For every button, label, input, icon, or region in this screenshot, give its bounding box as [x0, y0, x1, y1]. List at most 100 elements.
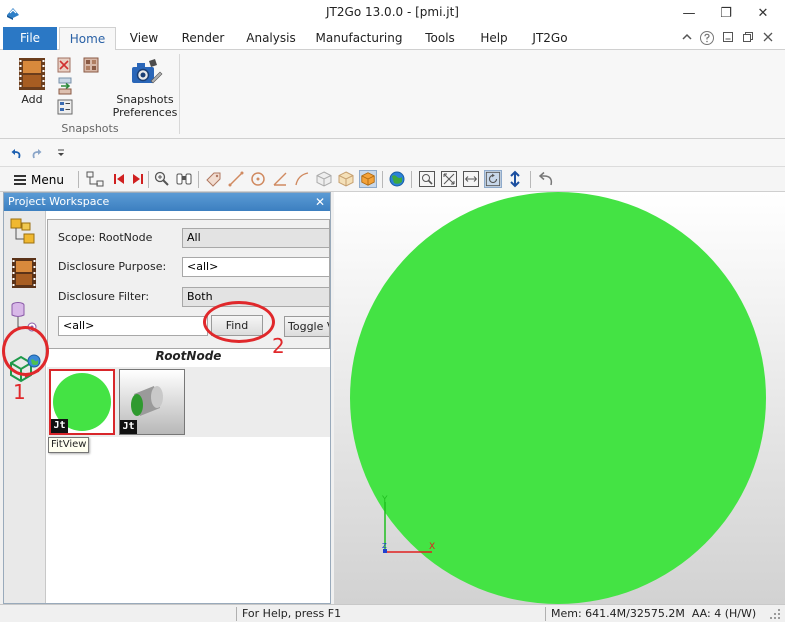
zoom-fit-icon[interactable] [153, 170, 171, 188]
last-frame-icon[interactable] [129, 170, 147, 188]
mdi-restore-icon[interactable] [739, 30, 757, 48]
window-title: JT2Go 13.0.0 - [pmi.jt] [326, 5, 459, 19]
zoom-window-icon[interactable] [418, 170, 436, 188]
pmi-filter-box: Scope: RootNode All Disclosure Purpose: … [47, 219, 330, 349]
undo-icon[interactable] [10, 148, 22, 160]
customize-quick-access-icon[interactable] [56, 148, 66, 158]
tab-help[interactable]: Help [474, 27, 514, 50]
workspace-icon-strip [4, 211, 46, 603]
toolbar-separator [198, 171, 199, 188]
panel-header: Project Workspace ✕ [4, 193, 330, 211]
hamburger-icon [14, 175, 26, 185]
rotate-icon[interactable] [484, 170, 502, 188]
snapshots-preferences-button[interactable]: Snapshots Preferences [112, 53, 178, 119]
ribbon-panel: Add Snapshots Preferences Snapshots [0, 50, 785, 139]
status-separator [545, 607, 546, 621]
scope-label: Scope: RootNode [58, 231, 153, 244]
axis-z-label: Z [382, 542, 387, 550]
measure-circle-icon[interactable] [249, 170, 267, 188]
annotation-circle-1 [2, 326, 49, 376]
tab-home[interactable]: Home [59, 27, 116, 51]
fit-all-icon[interactable] [440, 170, 458, 188]
pmi-search-input[interactable]: <all> [58, 316, 208, 336]
minimize-button[interactable]: — [675, 2, 703, 24]
import-snapshot-icon[interactable] [57, 77, 73, 95]
fitview-tooltip: FitView [48, 437, 90, 453]
toggle-visibility-button[interactable]: Toggle Vi [284, 316, 329, 337]
tab-view[interactable]: View [122, 27, 166, 50]
tree-structure-icon[interactable] [86, 170, 104, 188]
axis-triad [383, 502, 432, 553]
camera-preferences-icon [132, 59, 163, 84]
tab-analysis[interactable]: Analysis [242, 27, 300, 50]
collapse-ribbon-icon[interactable] [678, 30, 696, 48]
first-frame-icon[interactable] [110, 170, 128, 188]
snapshots-filmstrip-icon[interactable] [11, 257, 37, 289]
disclosure-purpose-label: Disclosure Purpose: [58, 260, 167, 273]
film-strip-icon [19, 58, 45, 90]
scope-dropdown[interactable]: All [182, 228, 329, 248]
ribbon-tab-bar: File Home View Render Analysis Manufactu… [0, 27, 785, 51]
panel-title: Project Workspace [8, 195, 110, 208]
binoculars-icon[interactable] [175, 170, 193, 188]
measure-line-icon[interactable] [227, 170, 245, 188]
status-bar: For Help, press F1 Mem: 641.4M/32575.2M … [0, 604, 785, 622]
project-workspace-panel: Project Workspace ✕ Scope: RootNode All … [3, 192, 331, 604]
toolbar-separator [411, 171, 412, 188]
undo-view-icon[interactable] [537, 170, 555, 188]
tab-tools[interactable]: Tools [418, 27, 462, 50]
tab-render[interactable]: Render [176, 27, 230, 50]
tab-jt2go[interactable]: JT2Go [526, 27, 574, 50]
toolbar-separator [382, 171, 383, 188]
mdi-close-icon[interactable] [759, 30, 777, 48]
ribbon-group-label: Snapshots [61, 122, 119, 135]
axis-y-label: Y [382, 495, 388, 505]
annotation-number-2: 2 [272, 334, 285, 358]
root-node-label: RootNode [47, 349, 330, 367]
3d-viewport[interactable]: Y X Z [334, 192, 785, 604]
add-snapshot-button[interactable]: Add [8, 53, 56, 109]
snapshot-list-icon[interactable] [57, 99, 73, 115]
menu-label: Menu [31, 173, 64, 187]
add-label: Add [21, 93, 43, 106]
restore-button[interactable]: ❐ [712, 2, 740, 24]
status-memory-text: Mem: 641.4M/32575.2M AA: 4 (H/W) [551, 607, 757, 620]
box-shaded-icon[interactable] [337, 170, 355, 188]
help-icon[interactable] [698, 30, 716, 48]
panel-close-button[interactable]: ✕ [315, 193, 325, 211]
jt-badge: Jt [51, 419, 68, 433]
zoom-vertical-icon[interactable] [506, 170, 524, 188]
resize-grip-icon[interactable] [769, 608, 781, 620]
toolbar-separator [530, 171, 531, 188]
cylinder-thumbnail[interactable]: Jt [119, 369, 185, 435]
tab-file[interactable]: File [3, 27, 57, 50]
tab-manufacturing[interactable]: Manufacturing [312, 27, 406, 50]
measure-arc-icon[interactable] [293, 170, 311, 188]
snapshot-grid-icon[interactable] [83, 57, 99, 73]
assembly-tree-icon[interactable] [8, 215, 40, 247]
measure-tag-icon[interactable] [205, 170, 223, 188]
disclosure-purpose-dropdown[interactable]: <all> [182, 257, 329, 277]
box-outline-icon[interactable] [315, 170, 333, 188]
fitview-thumbnail[interactable]: Jt [49, 369, 115, 435]
box-selected-icon[interactable] [359, 170, 377, 188]
main-toolbar: Menu [0, 167, 785, 192]
snapshots-preferences-label-line2: Preferences [112, 106, 178, 119]
pan-horizontal-icon[interactable] [462, 170, 480, 188]
snapshots-preferences-label-line1: Snapshots [116, 93, 174, 106]
measure-angle-icon[interactable] [271, 170, 289, 188]
toolbar-separator [78, 171, 79, 188]
globe-icon[interactable] [388, 170, 406, 188]
title-bar: JT2Go 13.0.0 - [pmi.jt] — ❐ ✕ [0, 0, 785, 27]
close-button[interactable]: ✕ [749, 2, 777, 24]
quick-access-toolbar [0, 139, 785, 167]
jt-badge: Jt [120, 420, 137, 434]
delete-snapshot-icon[interactable] [57, 57, 71, 73]
annotation-number-1: 1 [13, 380, 26, 404]
menu-button[interactable]: Menu [14, 171, 64, 189]
mdi-minimize-icon[interactable] [719, 30, 737, 48]
redo-icon[interactable] [31, 148, 43, 160]
toolbar-separator [148, 171, 149, 188]
disclosure-filter-label: Disclosure Filter: [58, 290, 150, 303]
status-help-text: For Help, press F1 [242, 607, 342, 620]
